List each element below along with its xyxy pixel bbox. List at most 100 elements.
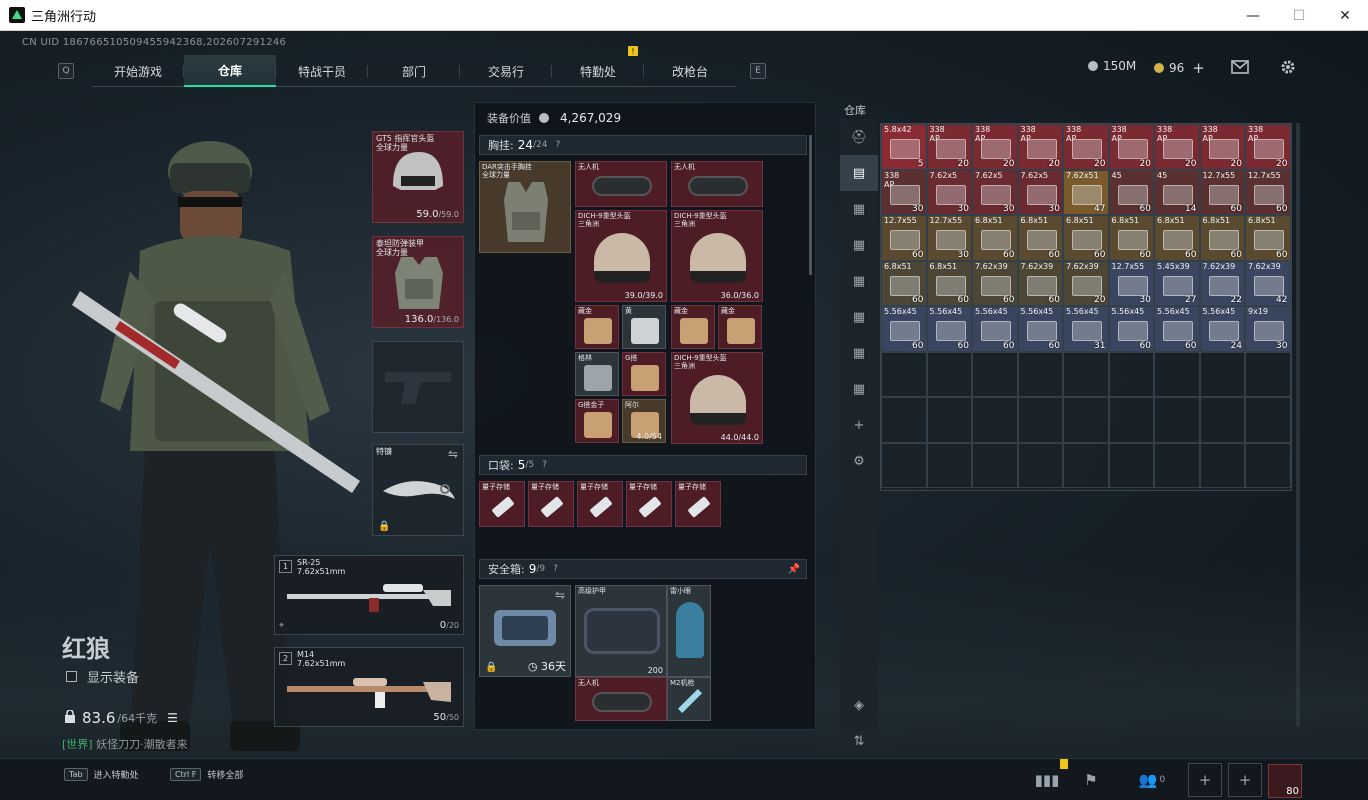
safebox-container-slot[interactable]: ⇋ 🔒 ◷ 36天 — [479, 585, 571, 677]
flag-icon[interactable]: ⚑ — [1074, 763, 1108, 797]
storage-ammo-item[interactable]: 338 AP 20 — [972, 124, 1018, 170]
storage-empty-cell[interactable] — [926, 442, 972, 488]
chest-rig-item[interactable]: 藏金 — [671, 305, 715, 349]
storage-ammo-item[interactable]: 5.45x39 27 — [1154, 260, 1200, 306]
storage-ammo-item[interactable]: 6.8x51 60 — [1154, 215, 1200, 261]
storage-ammo-item[interactable]: 45 60 — [1108, 169, 1154, 215]
storage-ammo-item[interactable]: 338 AP 20 — [1063, 124, 1109, 170]
chest-rig-item[interactable]: 阿尔 4.0/54 — [622, 399, 666, 443]
pin-icon[interactable]: 📌 — [788, 564, 800, 575]
storage-tab-4-icon[interactable]: ▦ — [840, 263, 878, 299]
storage-empty-cell[interactable] — [926, 397, 972, 443]
storage-empty-cell[interactable] — [972, 397, 1018, 443]
storage-empty-cell[interactable] — [881, 442, 927, 488]
storage-ammo-item[interactable]: 7.62x39 42 — [1245, 260, 1291, 306]
storage-ammo-item[interactable]: 338 AP 30 — [881, 169, 927, 215]
storage-ammo-item[interactable]: 7.62x5 30 — [972, 169, 1018, 215]
chest-rig-item[interactable]: 格林 — [575, 352, 619, 396]
storage-ammo-item[interactable]: 5.56x45 60 — [972, 306, 1018, 352]
chest-rig-item[interactable]: 藏金 — [575, 305, 619, 349]
add-gold-button[interactable]: + — [1192, 59, 1205, 77]
enter-special-ops-hint[interactable]: Tab 进入特勤处 — [64, 768, 139, 781]
maximize-button[interactable]: ☐ — [1276, 0, 1322, 31]
show-gear-toggle[interactable]: 显示装备 — [66, 667, 139, 686]
storage-ammo-item[interactable]: 5.8x42 5 — [881, 124, 927, 170]
storage-ammo-item[interactable]: 5.56x45 60 — [881, 306, 927, 352]
chest-rig-item[interactable]: 黄 — [622, 305, 666, 349]
pocket-item[interactable]: 量子存储 — [675, 481, 721, 527]
storage-empty-cell[interactable] — [1154, 397, 1200, 443]
storage-tab-helmet-icon[interactable]: ⛑ — [840, 119, 878, 155]
storage-ammo-item[interactable]: 12.7x55 60 — [1199, 169, 1245, 215]
storage-tab-2-icon[interactable]: ▦ — [840, 191, 878, 227]
storage-ammo-item[interactable]: 6.8x51 60 — [926, 260, 972, 306]
storage-ammo-item[interactable]: 5.56x45 60 — [1154, 306, 1200, 352]
storage-empty-cell[interactable] — [1199, 397, 1245, 443]
mail-icon[interactable] — [1230, 57, 1250, 77]
safebox-item[interactable]: 雷小眼 — [667, 585, 711, 677]
safebox-swap-icon[interactable]: ⇋ — [555, 588, 565, 602]
close-button[interactable]: ✕ — [1322, 0, 1368, 31]
settings-gear-icon[interactable] — [1278, 57, 1298, 77]
storage-ammo-item[interactable]: 7.62x39 20 — [1063, 260, 1109, 306]
weight-list-icon[interactable]: ☰ — [167, 711, 178, 725]
storage-ammo-item[interactable]: 12.7x55 30 — [1108, 260, 1154, 306]
stats-chart-icon[interactable]: ▮▮▮ — [1030, 763, 1064, 797]
equipment-scrollbar[interactable] — [809, 135, 812, 275]
storage-ammo-item[interactable]: 5.56x45 60 — [1108, 306, 1154, 352]
storage-empty-cell[interactable] — [1154, 351, 1200, 397]
storage-empty-cell[interactable] — [1245, 397, 1291, 443]
chest-rig-item[interactable]: DICH-9重型头盔 三角洲 36.0/36.0 — [671, 210, 763, 302]
add-storage-tab-icon[interactable]: + — [840, 407, 878, 443]
storage-ammo-item[interactable]: 7.62x5 30 — [926, 169, 972, 215]
storage-ammo-item[interactable]: 338 AP 20 — [1245, 124, 1291, 170]
storage-empty-cell[interactable] — [881, 351, 927, 397]
storage-empty-cell[interactable] — [881, 397, 927, 443]
tab-3[interactable]: 部门 — [368, 55, 460, 87]
chest-rig-item[interactable]: G搭金子 — [575, 399, 619, 443]
nav-next-key[interactable]: E — [750, 63, 766, 79]
tab-2[interactable]: 特战干员 — [276, 55, 368, 87]
storage-ammo-item[interactable]: 6.8x51 60 — [1245, 215, 1291, 261]
storage-ammo-item[interactable]: 7.62x5 30 — [1017, 169, 1063, 215]
storage-tab-5-icon[interactable]: ▦ — [840, 299, 878, 335]
storage-empty-cell[interactable] — [1017, 442, 1063, 488]
storage-ammo-item[interactable]: 5.56x45 60 — [1017, 306, 1063, 352]
storage-empty-cell[interactable] — [1108, 351, 1154, 397]
storage-empty-cell[interactable] — [1245, 442, 1291, 488]
tab-6[interactable]: 改枪台 — [644, 55, 736, 87]
storage-ammo-item[interactable]: 7.62x39 60 — [1017, 260, 1063, 306]
storage-ammo-item[interactable]: 5.56x45 24 — [1199, 306, 1245, 352]
storage-ammo-item[interactable]: 7.62x51 47 — [1063, 169, 1109, 215]
storage-empty-cell[interactable] — [1245, 351, 1291, 397]
player-avatar[interactable]: 80 — [1268, 764, 1302, 798]
show-gear-checkbox[interactable] — [66, 671, 77, 682]
storage-empty-cell[interactable] — [1063, 397, 1109, 443]
pocket-item[interactable]: 量子存储 — [479, 481, 525, 527]
storage-ammo-item[interactable]: 5.56x45 31 — [1063, 306, 1109, 352]
storage-ammo-item[interactable]: 7.62x39 60 — [972, 260, 1018, 306]
pocket-item[interactable]: 量子存储 — [577, 481, 623, 527]
storage-ammo-item[interactable]: 338 AP 20 — [1017, 124, 1063, 170]
storage-empty-cell[interactable] — [972, 442, 1018, 488]
chest-rig-slot[interactable]: DAR突击手胸挂 全球力量 — [479, 161, 571, 253]
nav-prev-key[interactable]: Q — [58, 63, 74, 79]
tab-5[interactable]: 特勤处! — [552, 46, 644, 87]
storage-ammo-item[interactable]: 338 AP 20 — [1108, 124, 1154, 170]
pocket-item[interactable]: 量子存储 — [626, 481, 672, 527]
tab-1[interactable]: 仓库 — [184, 55, 276, 87]
safebox-item[interactable]: 无人机 — [575, 677, 667, 721]
storage-empty-cell[interactable] — [972, 351, 1018, 397]
storage-tab-3-icon[interactable]: ▦ — [840, 227, 878, 263]
storage-ammo-item[interactable]: 6.8x51 60 — [1108, 215, 1154, 261]
storage-empty-cell[interactable] — [1108, 397, 1154, 443]
swap-icon[interactable]: ⇋ — [448, 447, 458, 461]
chest-rig-item[interactable]: DICH-9重型头盔 三角洲 44.0/44.0 — [671, 352, 763, 444]
storage-ammo-item[interactable]: 6.8x51 60 — [1199, 215, 1245, 261]
storage-empty-cell[interactable] — [1154, 442, 1200, 488]
storage-ammo-item[interactable]: 6.8x51 60 — [1017, 215, 1063, 261]
storage-layers-icon[interactable]: ◈ — [840, 687, 878, 723]
storage-empty-cell[interactable] — [1199, 351, 1245, 397]
minimize-button[interactable]: — — [1230, 0, 1276, 31]
chest-rig-item[interactable]: 无人机 — [575, 161, 667, 207]
